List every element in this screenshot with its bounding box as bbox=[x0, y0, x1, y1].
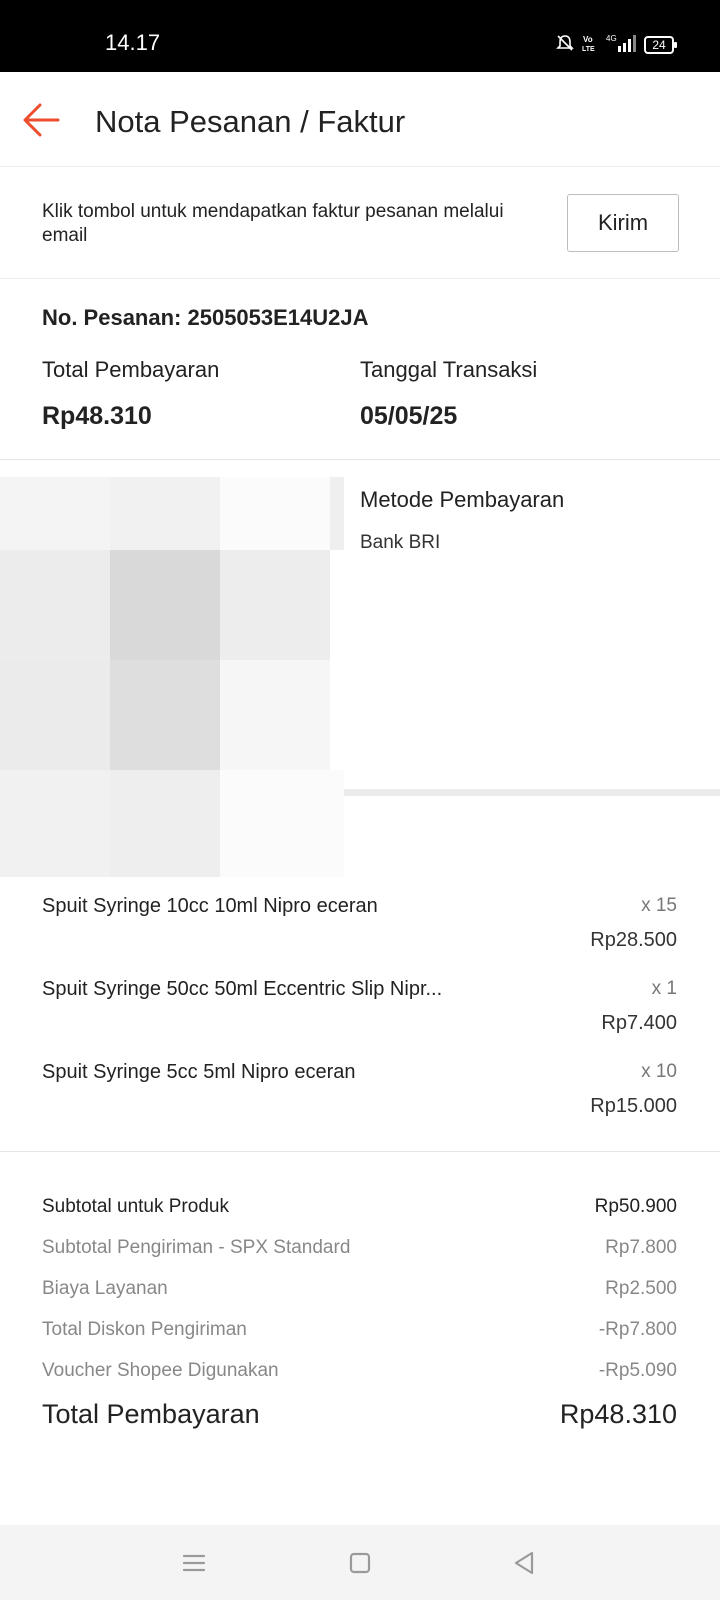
product-name: Spuit Syringe 50cc 50ml Eccentric Slip N… bbox=[42, 978, 443, 1000]
product-price: Rp28.500 bbox=[590, 929, 677, 951]
back-button[interactable] bbox=[20, 98, 64, 142]
order-number: No. Pesanan: 2505053E14U2JA bbox=[42, 305, 369, 330]
summary-label: Voucher Shopee Digunakan bbox=[42, 1360, 279, 1381]
page-title: Nota Pesanan / Faktur bbox=[95, 104, 406, 139]
menu-icon[interactable] bbox=[176, 1545, 212, 1581]
transaction-date-label: Tanggal Transaksi bbox=[360, 357, 538, 382]
transaction-date-value: 05/05/25 bbox=[360, 402, 458, 430]
summary-label: Subtotal Pengiriman - SPX Standard bbox=[42, 1237, 351, 1258]
product-qty: x 15 bbox=[641, 895, 677, 916]
mute-bell-icon bbox=[556, 34, 574, 57]
svg-text:LTE: LTE bbox=[582, 46, 595, 53]
summary-label: Total Diskon Pengiriman bbox=[42, 1319, 247, 1340]
divider bbox=[344, 789, 720, 796]
divider bbox=[0, 1151, 720, 1152]
signal-4g-icon: 4G bbox=[606, 33, 636, 58]
summary-value: Rp2.500 bbox=[605, 1278, 677, 1299]
svg-text:4G: 4G bbox=[606, 34, 617, 43]
home-square-icon[interactable] bbox=[342, 1545, 378, 1581]
product-name: Spuit Syringe 5cc 5ml Nipro eceran bbox=[42, 1061, 356, 1083]
payment-method-value: Bank BRI bbox=[360, 532, 441, 553]
total-payment-label: Total Pembayaran bbox=[42, 357, 220, 382]
arrow-left-icon bbox=[23, 103, 60, 137]
summary-value: -Rp7.800 bbox=[598, 1319, 677, 1340]
status-icons: Vo LTE 4G 24 bbox=[556, 33, 677, 58]
summary-value: Rp50.900 bbox=[594, 1196, 677, 1217]
product-price: Rp7.400 bbox=[601, 1012, 677, 1034]
summary-value: Rp7.800 bbox=[605, 1237, 677, 1258]
payment-method-label: Metode Pembayaran bbox=[360, 487, 565, 512]
product-qty: x 10 bbox=[641, 1061, 677, 1082]
product-price: Rp15.000 bbox=[590, 1095, 677, 1117]
battery-icon: 24 bbox=[644, 36, 677, 54]
system-nav-bar bbox=[0, 1525, 720, 1600]
product-name: Spuit Syringe 10cc 10ml Nipro eceran bbox=[42, 895, 378, 917]
blurred-image bbox=[0, 477, 344, 877]
summary-label: Biaya Layanan bbox=[42, 1278, 168, 1299]
total-payment-value: Rp48.310 bbox=[42, 402, 152, 430]
product-qty: x 1 bbox=[651, 978, 677, 999]
summary-label: Subtotal untuk Produk bbox=[42, 1196, 229, 1217]
grand-total-label: Total Pembayaran bbox=[42, 1399, 260, 1429]
svg-text:Vo: Vo bbox=[583, 35, 593, 44]
email-invoice-text: Klik tombol untuk mendapatkan faktur pes… bbox=[42, 201, 504, 246]
grand-total-value: Rp48.310 bbox=[559, 1399, 677, 1429]
volte-icon: Vo LTE bbox=[582, 33, 598, 58]
divider bbox=[0, 459, 720, 460]
send-email-button[interactable]: Kirim bbox=[567, 194, 679, 252]
summary-value: -Rp5.090 bbox=[598, 1360, 677, 1381]
back-triangle-icon[interactable] bbox=[506, 1545, 542, 1581]
status-time: 14.17 bbox=[105, 30, 161, 55]
